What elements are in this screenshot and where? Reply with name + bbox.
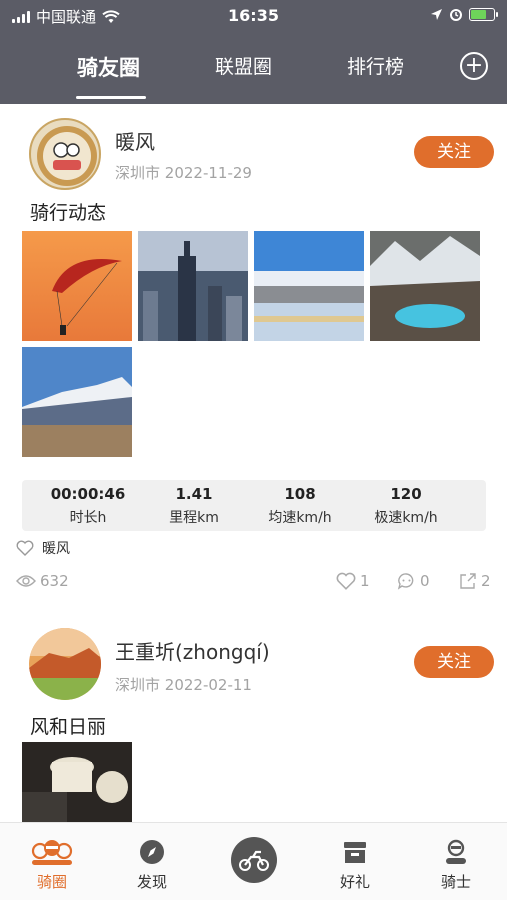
photo-tea-set[interactable]: [22, 742, 132, 822]
battery-icon: [469, 7, 498, 21]
store-icon: [344, 842, 366, 863]
post-actions: 632 1 0 2: [0, 572, 507, 596]
compass-icon: [140, 840, 164, 864]
likes-number: 1: [360, 572, 370, 590]
liked-by-row: 暖风: [16, 538, 70, 558]
photo-glacier-lake[interactable]: [370, 231, 480, 341]
post-date: 2022-11-29: [164, 164, 252, 182]
post-date: 2022-02-11: [164, 676, 252, 694]
post-card: 王重圻(zhongqí) 深圳市 2022-02-11 关注 风和日丽: [0, 616, 507, 822]
comment-icon: [397, 573, 414, 590]
bottom-nav-gifts[interactable]: 好礼: [315, 837, 395, 892]
add-post-button[interactable]: +: [460, 52, 488, 80]
post-title: 骑行动态: [30, 202, 107, 224]
avatar[interactable]: [29, 628, 101, 700]
post-location: 深圳市: [115, 676, 161, 694]
riders-group-icon: [31, 840, 73, 865]
tab-leaderboard[interactable]: 排行榜: [347, 52, 404, 79]
bottom-nav-label: 骑圈: [36, 873, 67, 891]
like-button[interactable]: 1: [336, 572, 370, 590]
heart-icon: [336, 572, 356, 590]
stat-distance: 1.41 里程km: [169, 485, 219, 526]
username[interactable]: 王重圻(zhongqí): [115, 636, 270, 665]
eye-icon: [16, 575, 36, 587]
tab-riders-circle[interactable]: 骑友圈: [77, 52, 140, 82]
bottom-nav-label: 好礼: [339, 873, 370, 891]
ride-start-button[interactable]: [231, 837, 277, 883]
comment-button[interactable]: 0: [397, 572, 430, 590]
follow-button[interactable]: 关注: [414, 136, 494, 168]
top-nav: 骑友圈 联盟圈 排行榜 +: [0, 32, 507, 104]
photo-snow-mountain[interactable]: [22, 347, 132, 457]
bottom-nav: 骑圈 发现 好礼 骑士: [0, 822, 507, 900]
stat-avg-speed: 108 均速km/h: [268, 485, 332, 526]
rider-profile-icon: [446, 839, 466, 864]
shares-number: 2: [481, 572, 491, 590]
avatar-landscape-image: [29, 628, 101, 700]
photo-paraglider[interactable]: [22, 231, 132, 341]
username[interactable]: 暖风: [115, 126, 155, 155]
feed: 暖风 深圳市 2022-11-29 关注 骑行动态 00:00:46 时长h 1.…: [0, 104, 507, 822]
avatar-badge-image: [37, 126, 97, 186]
status-bar: 中国联通 16:35: [0, 0, 507, 32]
views-count: 632: [16, 572, 69, 590]
share-button[interactable]: 2: [459, 572, 491, 590]
photo-city-tower[interactable]: [138, 231, 248, 341]
photo-salt-lake[interactable]: [254, 231, 364, 341]
post-location: 深圳市: [115, 164, 161, 182]
ride-stats: 00:00:46 时长h 1.41 里程km 108 均速km/h 120 极速km/h: [22, 480, 486, 531]
comments-number: 0: [420, 572, 430, 590]
alarm-icon: [450, 9, 462, 21]
bottom-nav-label: 骑士: [440, 873, 471, 891]
bottom-nav-label: 发现: [136, 873, 167, 891]
active-tab-indicator: [76, 96, 146, 99]
post-meta: 深圳市 2022-11-29: [115, 162, 252, 183]
views-number: 632: [40, 572, 69, 590]
status-icons: [430, 7, 498, 21]
bottom-nav-riding-circle[interactable]: 骑圈: [12, 837, 92, 892]
follow-button[interactable]: 关注: [414, 646, 494, 678]
bottom-nav-rider[interactable]: 骑士: [416, 837, 496, 892]
location-arrow-icon: [431, 8, 442, 20]
avatar[interactable]: [29, 118, 101, 190]
share-icon: [460, 573, 476, 589]
stat-duration: 00:00:46 时长h: [50, 485, 126, 526]
heart-outline-icon: [16, 540, 34, 556]
stat-max-speed: 120 极速km/h: [374, 485, 438, 526]
motorcycle-icon: [239, 850, 269, 871]
liked-by-name[interactable]: 暖风: [42, 538, 70, 558]
post-meta: 深圳市 2022-02-11: [115, 674, 252, 695]
post-title: 风和日丽: [30, 716, 107, 738]
tab-alliance-circle[interactable]: 联盟圈: [215, 52, 272, 79]
post-card: 暖风 深圳市 2022-11-29 关注 骑行动态 00:00:46 时长h 1.…: [0, 104, 507, 616]
bottom-nav-discover[interactable]: 发现: [112, 837, 192, 892]
